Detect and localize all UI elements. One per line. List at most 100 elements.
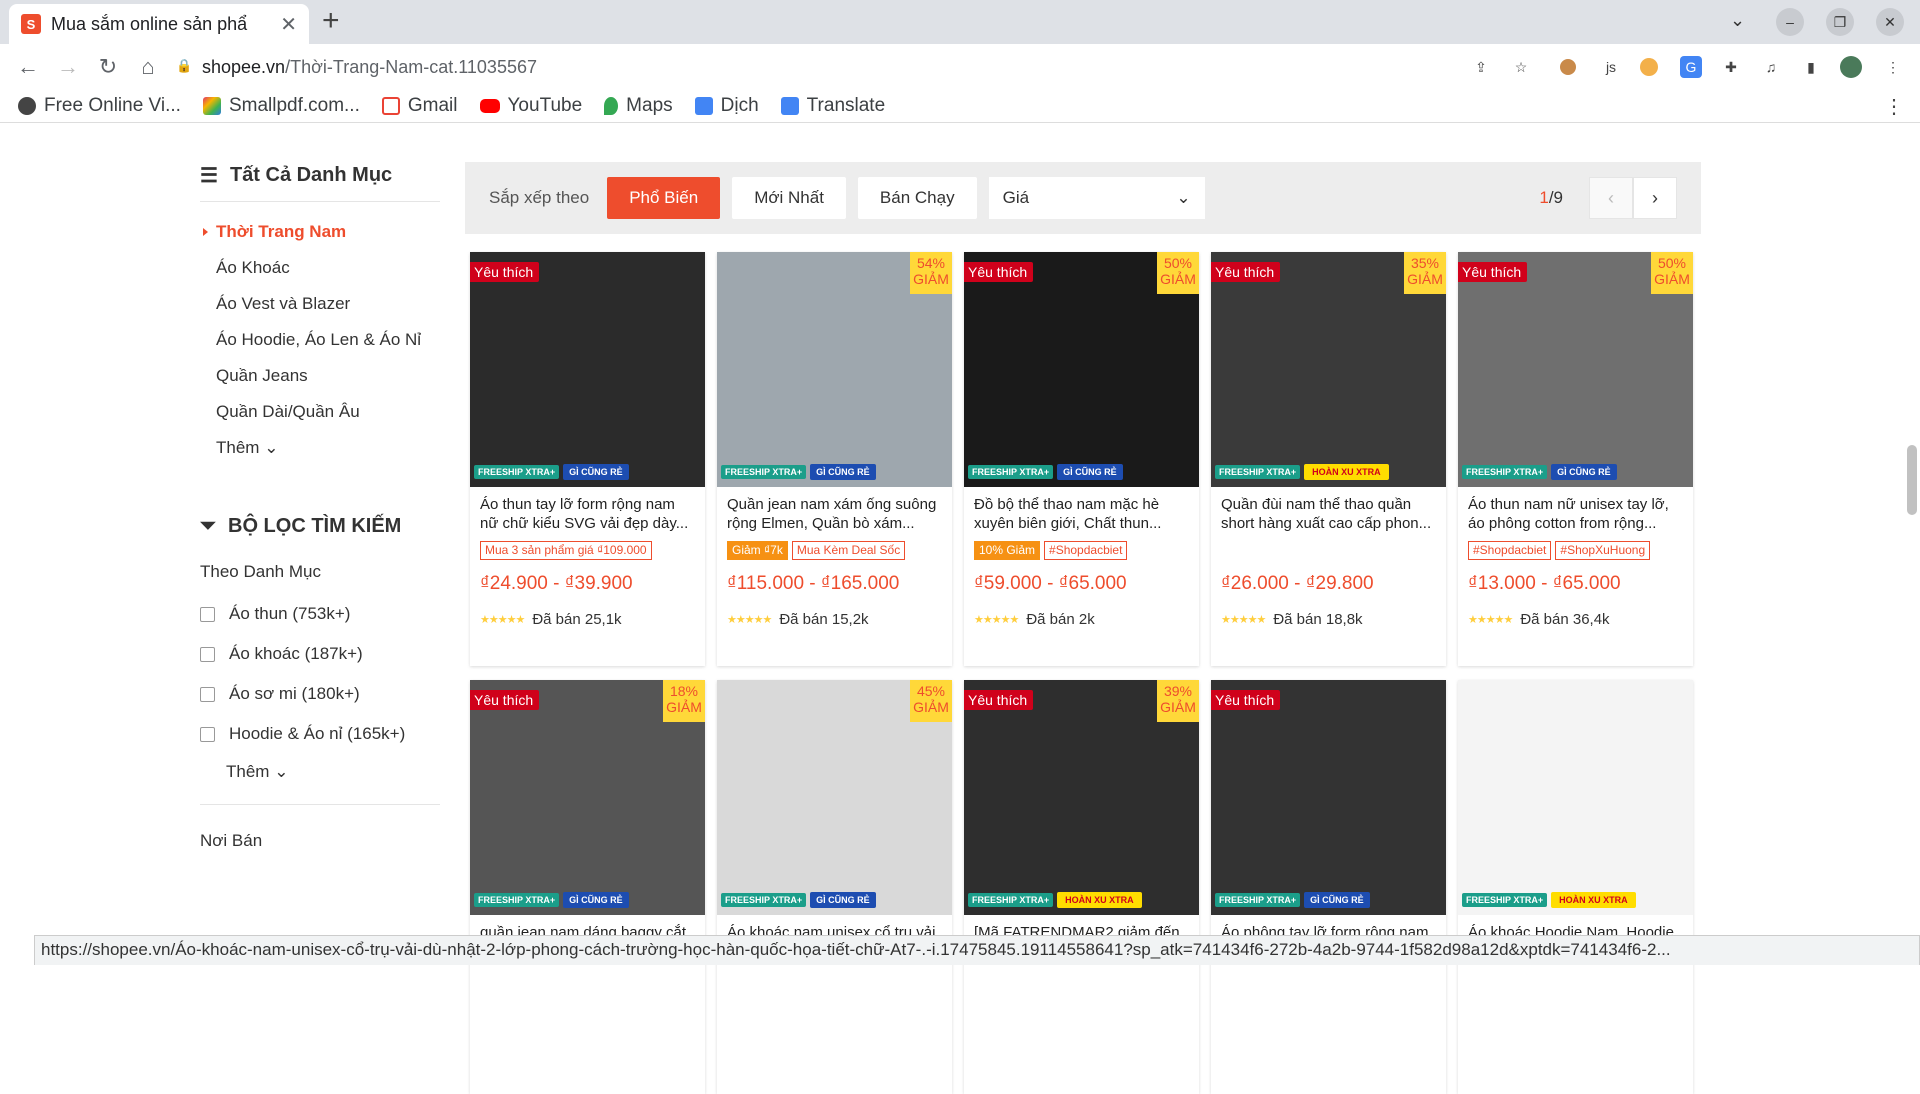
discount-badge: 50%GIẢM (1157, 252, 1199, 294)
media-control-icon[interactable]: ♫ (1760, 56, 1782, 78)
product-image[interactable]: Yêu thích 50%GIẢM FREESHIP XTRA+ GÌ CŨNG… (1458, 252, 1693, 487)
product-card[interactable]: 54%GIẢM FREESHIP XTRA+ GÌ CŨNG RẺ Quần j… (717, 252, 952, 666)
forward-icon[interactable]: → (54, 54, 82, 80)
page-indicator: 1/9 (1539, 188, 1563, 208)
bookmark-item[interactable]: Translate (781, 95, 886, 117)
reload-icon[interactable]: ↻ (94, 54, 122, 80)
filter-checkbox[interactable]: Áo sơ mi (180k+) (200, 674, 440, 714)
product-image[interactable]: 54%GIẢM FREESHIP XTRA+ GÌ CŨNG RẺ (717, 252, 952, 487)
sort-newest-button[interactable]: Mới Nhất (732, 177, 846, 219)
promo-strip: FREESHIP XTRA+ GÌ CŨNG RẺ (717, 885, 952, 915)
product-image[interactable]: Yêu thích 18%GIẢM FREESHIP XTRA+ GÌ CŨNG… (470, 680, 705, 915)
product-card[interactable]: FREESHIP XTRA+ HOÀN XU XTRA Áo khoác Hoo… (1458, 680, 1693, 1094)
sort-bestselling-button[interactable]: Bán Chạy (858, 177, 977, 219)
category-more-button[interactable]: Thêm ⌄ (200, 430, 440, 466)
prev-page-button[interactable]: ‹ (1589, 177, 1633, 219)
promo-strip: FREESHIP XTRA+ HOÀN XU XTRA (1211, 457, 1446, 487)
maps-pin-icon (604, 97, 618, 115)
checkbox[interactable] (200, 607, 215, 622)
product-image[interactable]: Yêu thích 39%GIẢM FREESHIP XTRA+ HOÀN XU… (964, 680, 1199, 915)
extensions-puzzle-icon[interactable]: ✚ (1720, 56, 1742, 78)
extension-translate-icon[interactable]: G (1680, 56, 1702, 78)
discount-badge: 50%GIẢM (1651, 252, 1693, 294)
tab-search-icon[interactable]: ⌄ (1730, 10, 1745, 31)
browser-tab[interactable]: S Mua sắm online sản phẩ ✕ (9, 4, 309, 44)
category-ao-khoac[interactable]: Áo Khoác (200, 250, 440, 286)
product-name[interactable]: Đồ bộ thể thao nam mặc hè xuyên biên giớ… (964, 487, 1199, 537)
menu-kebab-icon[interactable]: ⋮ (1882, 56, 1904, 78)
category-thoi-trang-nam[interactable]: Thời Trang Nam (200, 214, 440, 250)
product-image[interactable]: Yêu thích 35%GIẢM FREESHIP XTRA+ HOÀN XU… (1211, 252, 1446, 487)
google-translate-icon (695, 97, 713, 115)
scrollbar-thumb[interactable] (1907, 445, 1917, 515)
side-panel-icon[interactable]: ▮ (1800, 56, 1822, 78)
extension-cookie-icon[interactable] (1560, 59, 1576, 75)
back-icon[interactable]: ← (14, 54, 42, 80)
status-bar-url: https://shopee.vn/Áo-khoác-nam-unisex-cổ… (34, 935, 1920, 965)
all-categories-header[interactable]: ☰ Tất Cả Danh Mục (200, 150, 440, 202)
bookmark-item[interactable]: Gmail (382, 95, 458, 117)
bookmark-item[interactable]: Dịch (695, 95, 759, 117)
profile-avatar[interactable] (1840, 56, 1862, 78)
home-icon[interactable]: ⌂ (134, 54, 162, 80)
seller-location-label: Nơi Bán (200, 831, 440, 851)
product-card[interactable]: 45%GIẢM FREESHIP XTRA+ GÌ CŨNG RẺ Áo kho… (717, 680, 952, 1094)
extension-js-icon[interactable]: js (1600, 56, 1622, 78)
checkbox[interactable] (200, 727, 215, 742)
product-card[interactable]: Yêu thích 35%GIẢM FREESHIP XTRA+ HOÀN XU… (1211, 252, 1446, 666)
product-meta: ★★★★★Đã bán 2k (964, 595, 1199, 628)
product-tags (470, 965, 705, 991)
restore-button[interactable]: ❐ (1826, 8, 1854, 36)
close-window-button[interactable]: ✕ (1876, 8, 1904, 36)
bookmarks-more-icon[interactable]: ⋮ (1884, 94, 1904, 119)
filter-checkbox[interactable]: Áo thun (753k+) (200, 594, 440, 634)
product-image[interactable]: Yêu thích FREESHIP XTRA+ GÌ CŨNG RẺ (1211, 680, 1446, 915)
category-ao-vest[interactable]: Áo Vest và Blazer (200, 286, 440, 322)
product-image[interactable]: 45%GIẢM FREESHIP XTRA+ GÌ CŨNG RẺ (717, 680, 952, 915)
minimize-button[interactable]: – (1776, 8, 1804, 36)
extension-honey-icon[interactable] (1640, 58, 1658, 76)
bookmark-item[interactable]: YouTube (480, 95, 583, 117)
product-name[interactable]: Quần đùi nam thể thao quần short hàng xu… (1211, 487, 1446, 537)
more-label: Thêm (226, 762, 269, 781)
product-card[interactable]: Yêu thích 18%GIẢM FREESHIP XTRA+ GÌ CŨNG… (470, 680, 705, 1094)
divider (200, 804, 440, 805)
price-sort-select[interactable]: Giá⌄ (989, 177, 1205, 219)
product-card[interactable]: Yêu thích 50%GIẢM FREESHIP XTRA+ GÌ CŨNG… (1458, 252, 1693, 666)
bookmark-item[interactable]: Free Online Vi... (18, 95, 181, 117)
favorite-badge: Yêu thích (470, 690, 539, 710)
product-card[interactable]: Yêu thích 50%GIẢM FREESHIP XTRA+ GÌ CŨNG… (964, 252, 1199, 666)
page-content: ☰ Tất Cả Danh Mục Thời Trang Nam Áo Khoá… (0, 130, 1920, 935)
product-meta: ★★★★★Đã bán 15,2k (717, 595, 952, 628)
favorite-badge: Yêu thích (470, 262, 539, 282)
next-page-button[interactable]: › (1633, 177, 1677, 219)
product-name[interactable]: Áo thun nam nữ unisex tay lỡ, áo phông c… (1458, 487, 1693, 537)
filter-checkbox[interactable]: Áo khoác (187k+) (200, 634, 440, 674)
filter-more-button[interactable]: Thêm ⌄ (200, 754, 440, 790)
product-image[interactable]: FREESHIP XTRA+ HOÀN XU XTRA (1458, 680, 1693, 915)
new-tab-button[interactable]: + (322, 6, 340, 36)
address-bar[interactable]: 🔒 shopee.vn/Thời-Trang-Nam-cat.11035567 (176, 50, 1466, 84)
category-ao-hoodie[interactable]: Áo Hoodie, Áo Len & Áo Nỉ (200, 322, 440, 358)
product-image[interactable]: Yêu thích FREESHIP XTRA+ GÌ CŨNG RẺ (470, 252, 705, 487)
checkbox[interactable] (200, 647, 215, 662)
bookmark-star-icon[interactable]: ☆ (1510, 56, 1532, 78)
product-name[interactable]: Quần jean nam xám ống suông rộng Elmen, … (717, 487, 952, 537)
category-quan-dai[interactable]: Quần Dài/Quần Âu (200, 394, 440, 430)
product-card[interactable]: Yêu thích FREESHIP XTRA+ GÌ CŨNG RẺ Áo t… (470, 252, 705, 666)
checkbox[interactable] (200, 687, 215, 702)
filter-checkbox[interactable]: Hoodie & Áo nỉ (165k+) (200, 714, 440, 754)
product-card[interactable]: Yêu thích 39%GIẢM FREESHIP XTRA+ HOÀN XU… (964, 680, 1199, 1094)
share-icon[interactable]: ⇪ (1470, 56, 1492, 78)
product-card[interactable]: Yêu thích FREESHIP XTRA+ GÌ CŨNG RẺ Áo p… (1211, 680, 1446, 1094)
discount-value: 50% (1164, 255, 1192, 271)
bookmark-item[interactable]: Smallpdf.com... (203, 95, 360, 117)
product-name[interactable]: Áo thun tay lỡ form rộng nam nữ chữ kiểu… (470, 487, 705, 537)
all-categories-label: Tất Cả Danh Mục (230, 164, 392, 187)
close-tab-icon[interactable]: ✕ (280, 12, 297, 37)
category-quan-jeans[interactable]: Quần Jeans (200, 358, 440, 394)
filter-label: Áo khoác (187k+) (229, 644, 363, 664)
product-image[interactable]: Yêu thích 50%GIẢM FREESHIP XTRA+ GÌ CŨNG… (964, 252, 1199, 487)
sort-popular-button[interactable]: Phổ Biến (607, 177, 720, 219)
bookmark-item[interactable]: Maps (604, 95, 672, 117)
